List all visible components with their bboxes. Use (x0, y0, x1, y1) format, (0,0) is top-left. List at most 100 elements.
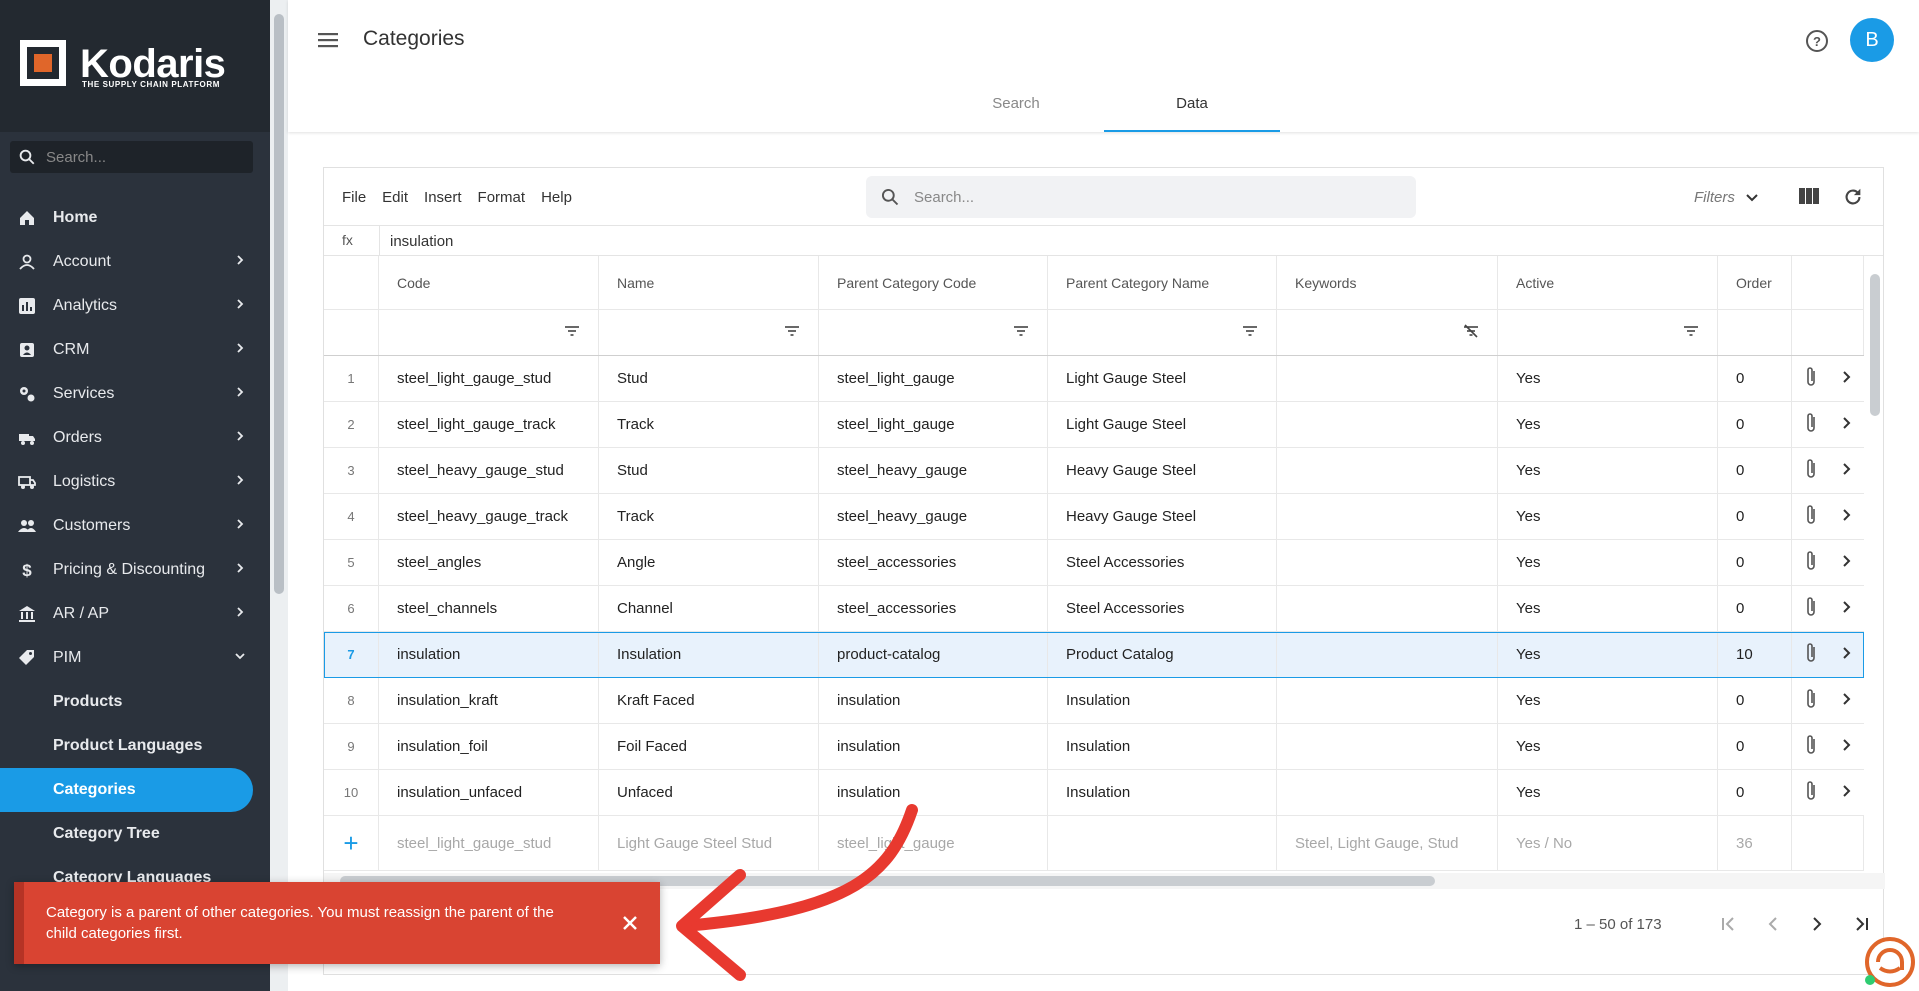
chevron-right-icon[interactable] (1842, 692, 1852, 710)
cell-pcode[interactable]: insulation (819, 678, 1048, 723)
cell-order[interactable]: 0 (1718, 770, 1792, 815)
last-page-icon[interactable] (1850, 913, 1872, 935)
attachment-icon[interactable] (1804, 596, 1818, 622)
menu-help[interactable]: Help (541, 189, 572, 206)
cell-pcode[interactable]: steel_accessories (819, 540, 1048, 585)
attachment-icon[interactable] (1804, 366, 1818, 392)
cell-pname[interactable]: Light Gauge Steel (1048, 356, 1277, 401)
add-keywords-placeholder[interactable]: Steel, Light Gauge, Stud (1277, 816, 1498, 870)
cell-name[interactable]: Channel (599, 586, 819, 631)
chevron-right-icon[interactable] (1842, 416, 1852, 434)
chevron-right-icon[interactable] (1842, 462, 1852, 480)
cell-code[interactable]: insulation (379, 632, 599, 677)
sidebar-item-crm[interactable]: CRM (0, 328, 270, 372)
cell-order[interactable]: 0 (1718, 494, 1792, 539)
cell-order[interactable]: 0 (1718, 448, 1792, 493)
cell-name[interactable]: Track (599, 494, 819, 539)
cell-kw[interactable] (1277, 724, 1498, 769)
cell-order[interactable]: 0 (1718, 540, 1792, 585)
filters-dropdown[interactable]: Filters (1694, 189, 1759, 206)
cell-active[interactable]: Yes (1498, 402, 1718, 447)
attachment-icon[interactable] (1804, 504, 1818, 530)
first-page-icon[interactable] (1718, 913, 1740, 935)
cell-active[interactable]: Yes (1498, 356, 1718, 401)
sidebar-item-account[interactable]: Account (0, 240, 270, 284)
add-active-placeholder[interactable]: Yes / No (1498, 816, 1718, 870)
cell-pname[interactable]: Insulation (1048, 678, 1277, 723)
columns-icon[interactable] (1798, 187, 1820, 205)
cell-name[interactable]: Stud (599, 356, 819, 401)
add-code-placeholder[interactable]: steel_light_gauge_stud (379, 816, 599, 870)
chevron-right-icon[interactable] (1842, 508, 1852, 526)
help-icon[interactable]: ? (1803, 27, 1831, 55)
sidebar-subitem-product-languages[interactable]: Product Languages (0, 724, 270, 768)
cell-pname[interactable]: Steel Accessories (1048, 540, 1277, 585)
cell-pcode[interactable]: steel_accessories (819, 586, 1048, 631)
user-avatar[interactable]: B (1850, 18, 1894, 62)
cell-active[interactable]: Yes (1498, 770, 1718, 815)
menu-edit[interactable]: Edit (382, 189, 408, 206)
cell-pname[interactable]: Heavy Gauge Steel (1048, 494, 1277, 539)
cell-kw[interactable] (1277, 448, 1498, 493)
cell-order[interactable]: 0 (1718, 356, 1792, 401)
chevron-right-icon[interactable] (1842, 646, 1852, 664)
sidebar-item-pim[interactable]: PIM (0, 636, 270, 680)
attachment-icon[interactable] (1804, 458, 1818, 484)
cell-name[interactable]: Kraft Faced (599, 678, 819, 723)
cell-pcode[interactable]: steel_light_gauge (819, 356, 1048, 401)
sidebar-subitem-products[interactable]: Products (0, 680, 270, 724)
table-row[interactable]: 7 insulation Insulation product-catalog Prod… (324, 632, 1864, 678)
chevron-right-icon[interactable] (1842, 370, 1852, 388)
grid-vscroll-thumb[interactable] (1870, 274, 1880, 416)
chevron-right-icon[interactable] (1842, 784, 1852, 802)
sidebar-item-pricing-discounting[interactable]: $ Pricing & Discounting (0, 548, 270, 592)
sidebar-subitem-category-tree[interactable]: Category Tree (0, 812, 270, 856)
menu-insert[interactable]: Insert (424, 189, 462, 206)
cell-order[interactable]: 0 (1718, 678, 1792, 723)
filter-icon[interactable] (1242, 324, 1258, 341)
table-row[interactable]: 6 steel_channels Channel steel_accessories S… (324, 586, 1864, 632)
attachment-icon[interactable] (1804, 412, 1818, 438)
cell-order[interactable]: 10 (1718, 632, 1792, 677)
filter-icon[interactable] (564, 324, 580, 341)
cell-kw[interactable] (1277, 540, 1498, 585)
filter-off-icon[interactable] (1463, 323, 1479, 342)
column-header-name[interactable]: Name (599, 256, 819, 309)
filter-icon[interactable] (1683, 324, 1699, 341)
attachment-icon[interactable] (1804, 688, 1818, 714)
filter-icon[interactable] (784, 324, 800, 341)
grid-search[interactable] (866, 176, 1416, 218)
column-header-active[interactable]: Active (1498, 256, 1718, 309)
table-row[interactable]: 1 steel_light_gauge_stud Stud steel_light_g… (324, 356, 1864, 402)
sidebar-scrollbar[interactable] (270, 0, 288, 991)
cell-pname[interactable]: Product Catalog (1048, 632, 1277, 677)
attachment-icon[interactable] (1804, 780, 1818, 806)
cell-kw[interactable] (1277, 494, 1498, 539)
refresh-icon[interactable] (1842, 186, 1864, 208)
cell-name[interactable]: Angle (599, 540, 819, 585)
cell-pname[interactable]: Light Gauge Steel (1048, 402, 1277, 447)
cell-kw[interactable] (1277, 632, 1498, 677)
cell-order[interactable]: 0 (1718, 586, 1792, 631)
formula-value[interactable]: insulation (390, 233, 453, 250)
cell-kw[interactable] (1277, 402, 1498, 447)
sidebar-item-services[interactable]: Services (0, 372, 270, 416)
chat-widget-icon[interactable] (1864, 936, 1916, 988)
column-header-order[interactable]: Order (1718, 256, 1792, 309)
next-page-icon[interactable] (1806, 913, 1828, 935)
add-order-placeholder[interactable]: 36 (1718, 816, 1792, 870)
cell-code[interactable]: insulation_kraft (379, 678, 599, 723)
cell-kw[interactable] (1277, 356, 1498, 401)
add-row[interactable]: + steel_light_gauge_stud Light Gauge Ste… (324, 816, 1864, 871)
table-row[interactable]: 2 steel_light_gauge_track Track steel_light… (324, 402, 1864, 448)
cell-kw[interactable] (1277, 586, 1498, 631)
sidebar-item-ar-ap[interactable]: AR / AP (0, 592, 270, 636)
cell-active[interactable]: Yes (1498, 724, 1718, 769)
hamburger-menu-icon[interactable] (316, 29, 340, 51)
cell-name[interactable]: Track (599, 402, 819, 447)
grid-search-input[interactable] (914, 188, 1394, 206)
menu-format[interactable]: Format (478, 189, 526, 206)
cell-code[interactable]: steel_angles (379, 540, 599, 585)
sidebar-item-home[interactable]: Home (0, 196, 270, 240)
cell-order[interactable]: 0 (1718, 724, 1792, 769)
